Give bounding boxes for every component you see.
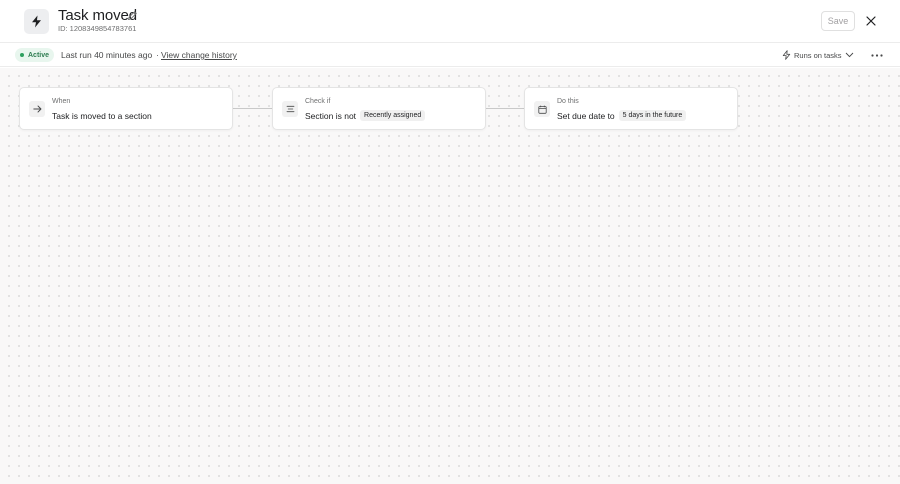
close-icon[interactable] [864, 14, 877, 27]
condition-card[interactable]: Check if Section is not Recently assigne… [272, 87, 486, 130]
card-body: Task is moved to a section [52, 109, 152, 122]
workflow-canvas: When Task is moved to a section Check if… [0, 68, 900, 484]
status-dot [20, 53, 24, 57]
condition-value-chip[interactable]: Recently assigned [360, 110, 426, 121]
chevron-down-icon [845, 52, 853, 58]
separator-dot: · [156, 50, 159, 60]
save-button[interactable]: Save [821, 11, 855, 31]
condition-text: Section is not [305, 110, 357, 121]
lightning-icon [24, 9, 49, 34]
rule-editor: Task moved ID: 1208349854783761 Save Act… [0, 0, 900, 484]
branch-icon [282, 101, 298, 117]
card-body: Set due date to 5 days in the future [557, 109, 687, 122]
calendar-icon [534, 101, 550, 117]
more-options-icon[interactable] [870, 49, 884, 61]
status-badge: Active [15, 48, 55, 62]
runs-on-dropdown[interactable]: Runs on tasks [782, 49, 854, 61]
action-card[interactable]: Do this Set due date to 5 days in the fu… [524, 87, 738, 130]
arrow-right-icon [29, 101, 45, 117]
last-run-text: Last run 40 minutes ago [61, 50, 153, 60]
connector-line [485, 108, 525, 109]
status-badge-label: Active [28, 51, 50, 59]
card-body: Section is not Recently assigned [305, 109, 426, 122]
view-change-history-link[interactable]: View change history [161, 50, 237, 60]
card-kicker: Check if [305, 98, 331, 105]
action-text: Set due date to [557, 110, 615, 121]
pencil-icon[interactable] [127, 10, 138, 21]
rule-header: Task moved ID: 1208349854783761 Save [0, 0, 900, 43]
trigger-card[interactable]: When Task is moved to a section [19, 87, 233, 130]
card-kicker: Do this [557, 98, 579, 105]
trigger-text: Task is moved to a section [52, 110, 152, 121]
action-value-chip[interactable]: 5 days in the future [618, 110, 687, 121]
rule-title[interactable]: Task moved [58, 7, 137, 24]
runs-on-label: Runs on tasks [794, 50, 842, 60]
connector-line [233, 108, 272, 109]
rule-id: ID: 1208349854783761 [58, 24, 137, 33]
status-bar: Active Last run 40 minutes ago · View ch… [0, 43, 900, 67]
trigger-icon [782, 50, 791, 60]
card-kicker: When [52, 98, 71, 105]
